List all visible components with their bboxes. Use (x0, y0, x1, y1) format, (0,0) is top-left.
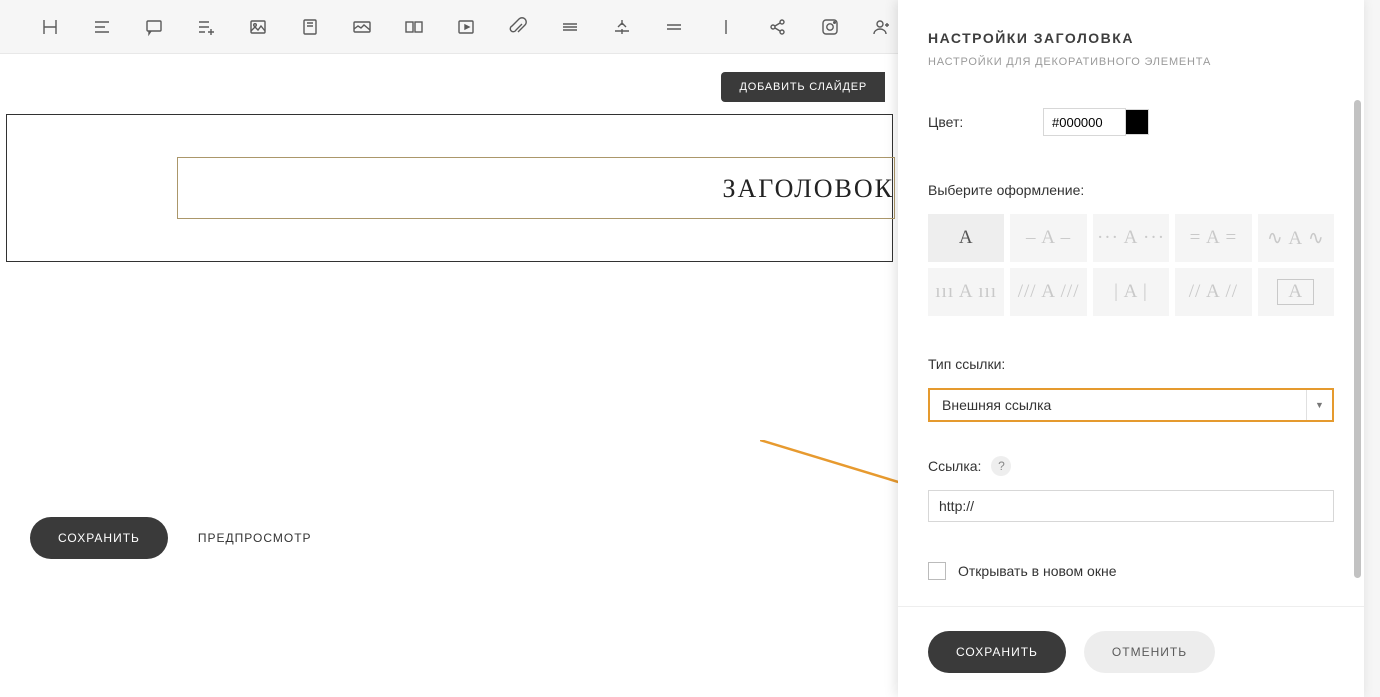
preview-button[interactable]: ПРЕДПРОСМОТР (198, 531, 312, 545)
style-option-2[interactable]: – A – (1010, 214, 1086, 262)
vline-icon[interactable] (716, 17, 736, 37)
style-grid: A – A – ··· A ··· = A = ∿ A ∿ ııı A ııı … (928, 214, 1334, 316)
panel-title: НАСТРОЙКИ ЗАГОЛОВКА (928, 30, 1334, 46)
add-slider-button[interactable]: ДОБАВИТЬ СЛАЙДЕР (721, 72, 885, 102)
open-new-label: Открывать в новом окне (958, 563, 1116, 579)
settings-panel: НАСТРОЙКИ ЗАГОЛОВКА НАСТРОЙКИ ДЛЯ ДЕКОРА… (898, 0, 1364, 697)
list-plus-icon[interactable] (196, 17, 216, 37)
heading-text: ЗАГОЛОВОК (722, 174, 894, 203)
editor-block: ЗАГОЛОВОК (6, 114, 893, 262)
url-input[interactable] (928, 490, 1334, 522)
video-icon[interactable] (456, 17, 476, 37)
style-label: Выберите оформление: (928, 182, 1334, 198)
add-user-icon[interactable] (872, 17, 892, 37)
link-type-value: Внешняя ссылка (930, 397, 1306, 413)
heading-icon[interactable] (40, 17, 60, 37)
chevron-down-icon: ▼ (1306, 390, 1332, 420)
panel-cancel-button[interactable]: ОТМЕНИТЬ (1084, 631, 1215, 673)
panel-save-button[interactable]: СОХРАНИТЬ (928, 631, 1066, 673)
style-option-9[interactable]: // A // (1175, 268, 1251, 316)
image-icon[interactable] (248, 17, 268, 37)
open-new-checkbox[interactable] (928, 562, 946, 580)
panel-subtitle: НАСТРОЙКИ ДЛЯ ДЕКОРАТИВНОГО ЭЛЕМЕНТА (928, 56, 1334, 68)
attachment-icon[interactable] (508, 17, 528, 37)
style-option-4[interactable]: = A = (1175, 214, 1251, 262)
color-swatch[interactable] (1125, 109, 1149, 135)
style-option-1[interactable]: A (928, 214, 1004, 262)
anchor-icon[interactable] (612, 17, 632, 37)
style-option-7[interactable]: /// A /// (1010, 268, 1086, 316)
side-strip (1364, 0, 1380, 697)
divider-icon[interactable] (560, 17, 580, 37)
gallery-icon[interactable] (404, 17, 424, 37)
style-option-5[interactable]: ∿ A ∿ (1258, 214, 1334, 262)
comment-icon[interactable] (144, 17, 164, 37)
instagram-icon[interactable] (820, 17, 840, 37)
share-icon[interactable] (768, 17, 788, 37)
hr-icon[interactable] (664, 17, 684, 37)
bottom-bar: СОХРАНИТЬ ПРЕДПРОСМОТР (30, 517, 312, 559)
link-type-select[interactable]: Внешняя ссылка ▼ (928, 388, 1334, 422)
style-option-8[interactable]: | A | (1093, 268, 1169, 316)
color-input[interactable] (1043, 108, 1126, 136)
help-icon[interactable]: ? (991, 456, 1011, 476)
color-label: Цвет: (928, 114, 1043, 130)
heading-element[interactable]: ЗАГОЛОВОК (177, 157, 895, 219)
style-option-6[interactable]: ııı A ııı (928, 268, 1004, 316)
link-type-label: Тип ссылки: (928, 356, 1334, 372)
image-wide-icon[interactable] (352, 17, 372, 37)
url-label: Ссылка: (928, 458, 981, 474)
save-button[interactable]: СОХРАНИТЬ (30, 517, 168, 559)
panel-scrollbar[interactable] (1354, 100, 1361, 578)
style-option-3[interactable]: ··· A ··· (1093, 214, 1169, 262)
align-icon[interactable] (92, 17, 112, 37)
image-alt-icon[interactable] (300, 17, 320, 37)
panel-footer: СОХРАНИТЬ ОТМЕНИТЬ (898, 606, 1364, 697)
style-option-10[interactable]: A (1258, 268, 1334, 316)
